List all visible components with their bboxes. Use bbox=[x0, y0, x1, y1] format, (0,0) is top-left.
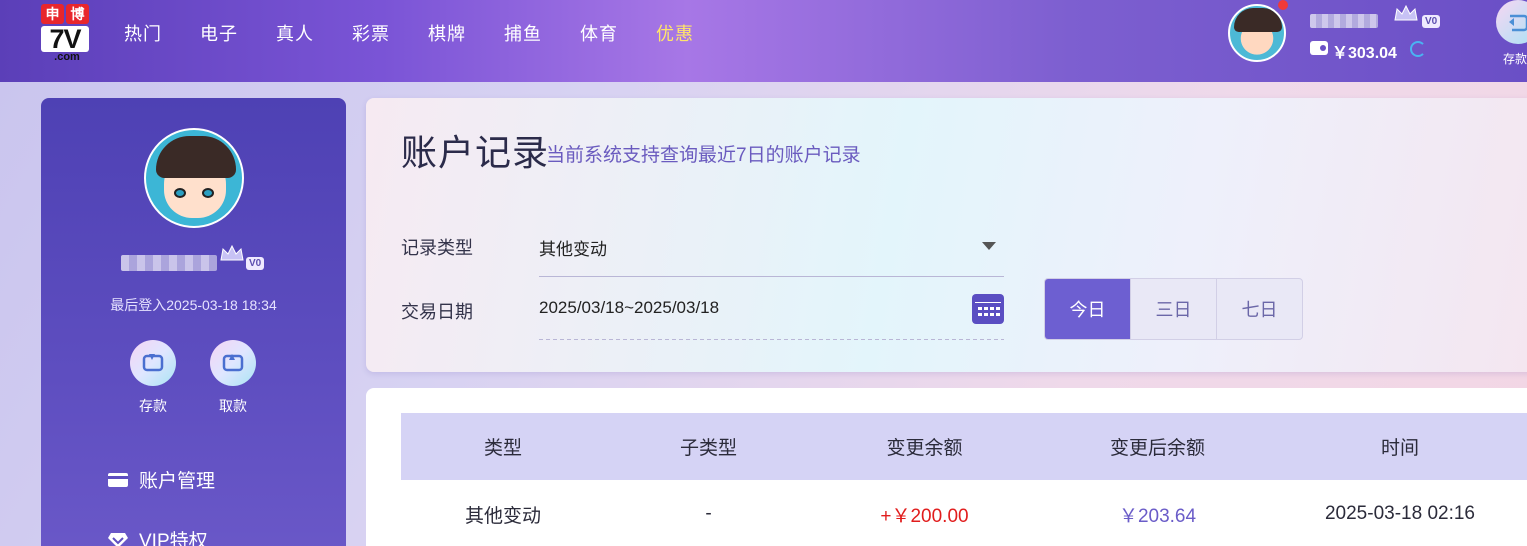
page-title: 账户记录 bbox=[401, 132, 550, 173]
column-header-type: 类型 bbox=[483, 438, 522, 459]
header-balance: ￥303.04 bbox=[1332, 45, 1397, 62]
account-record-filter-panel: 账户记录 当前系统支持查询最近7日的账户记录 记录类型 其他变动 交易日期 20… bbox=[366, 98, 1527, 372]
sidebar-item-account-management[interactable]: 账户管理 bbox=[107, 466, 337, 493]
sidebar-item-label: 账户管理 bbox=[139, 471, 216, 492]
profile-username-masked bbox=[121, 255, 217, 271]
nav-item-fishing[interactable]: 捕鱼 bbox=[504, 20, 542, 46]
sidebar-withdraw-label: 取款 bbox=[219, 398, 247, 414]
nav-item-sports[interactable]: 体育 bbox=[580, 20, 618, 46]
notification-dot bbox=[1278, 0, 1288, 10]
header-vip-badge: V0 bbox=[1422, 15, 1441, 28]
crown-icon bbox=[219, 244, 245, 262]
profile-avatar[interactable] bbox=[144, 128, 244, 228]
top-navbar: 申 博 7V .com 热门 电子 真人 彩票 棋牌 捕鱼 体育 优惠 V0 ￥… bbox=[0, 0, 1527, 82]
column-header-time: 时间 bbox=[1380, 438, 1419, 459]
diamond-icon bbox=[108, 532, 128, 546]
record-type-underline bbox=[539, 276, 1004, 277]
trade-date-label: 交易日期 bbox=[401, 302, 473, 322]
main-nav: 热门 电子 真人 彩票 棋牌 捕鱼 体育 优惠 bbox=[124, 20, 694, 46]
table-header: 类型 子类型 变更余额 变更后余额 时间 bbox=[401, 413, 1527, 480]
table-row: 其他变动 - +￥200.00 ￥203.64 2025-03-18 02:16 bbox=[401, 480, 1527, 546]
sidebar-deposit-button[interactable]: 存款 bbox=[130, 340, 176, 416]
logo-mark: 7V bbox=[41, 26, 89, 53]
column-header-change: 变更余额 bbox=[886, 438, 963, 459]
deposit-icon bbox=[142, 354, 164, 372]
cell-time: 2025-03-18 02:16 bbox=[1324, 503, 1475, 524]
crown-icon bbox=[1393, 4, 1419, 22]
logo-char-2: 博 bbox=[66, 4, 89, 24]
wallet-icon bbox=[1310, 41, 1328, 55]
date-range-selector: 今日 三日 七日 bbox=[1044, 278, 1303, 340]
sidebar-withdraw-button[interactable]: 取款 bbox=[210, 340, 256, 416]
cell-change: +￥200.00 bbox=[880, 505, 969, 527]
profile-vip-badge: V0 bbox=[246, 257, 265, 270]
nav-item-lottery[interactable]: 彩票 bbox=[352, 20, 390, 46]
last-login-text: 最后登入2025-03-18 18:34 bbox=[110, 297, 277, 313]
record-type-label: 记录类型 bbox=[401, 238, 473, 258]
header-username-masked bbox=[1310, 14, 1378, 28]
page-subtitle: 当前系统支持查询最近7日的账户记录 bbox=[546, 145, 861, 166]
column-header-subtype: 子类型 bbox=[679, 438, 737, 459]
refresh-balance-icon[interactable] bbox=[1410, 41, 1426, 57]
range-today-button[interactable]: 今日 bbox=[1045, 279, 1130, 339]
record-type-select[interactable]: 其他变动 bbox=[539, 235, 607, 260]
sidebar-deposit-label: 存款 bbox=[139, 398, 167, 414]
column-header-balance-after: 变更后余额 bbox=[1109, 438, 1205, 459]
records-table-panel: 类型 子类型 变更余额 变更后余额 时间 其他变动 - +￥200.00 ￥20… bbox=[366, 388, 1527, 546]
sidebar-item-vip[interactable]: VIP特权 bbox=[107, 526, 337, 546]
nav-item-cards[interactable]: 棋牌 bbox=[428, 20, 466, 46]
nav-item-slots[interactable]: 电子 bbox=[200, 20, 238, 46]
chevron-down-icon[interactable] bbox=[982, 242, 996, 250]
trade-date-underline bbox=[539, 339, 1004, 340]
range-three-days-button[interactable]: 三日 bbox=[1130, 279, 1216, 339]
nav-item-promotions[interactable]: 优惠 bbox=[656, 20, 694, 46]
cell-balance-after: ￥203.64 bbox=[1118, 505, 1197, 527]
deposit-icon bbox=[1509, 14, 1527, 32]
nav-item-hot[interactable]: 热门 bbox=[124, 20, 162, 46]
range-seven-days-button[interactable]: 七日 bbox=[1216, 279, 1302, 339]
card-icon bbox=[108, 472, 128, 487]
header-avatar[interactable] bbox=[1228, 4, 1286, 62]
header-deposit-button[interactable] bbox=[1496, 0, 1527, 44]
sidebar-item-label: VIP特权 bbox=[139, 531, 208, 546]
trade-date-input[interactable]: 2025/03/18~2025/03/18 bbox=[539, 298, 719, 318]
cell-subtype: - bbox=[705, 503, 712, 524]
withdraw-icon bbox=[222, 354, 244, 372]
cell-type: 其他变动 bbox=[464, 505, 541, 527]
brand-logo[interactable]: 申 博 7V .com bbox=[41, 4, 93, 63]
nav-item-live[interactable]: 真人 bbox=[276, 20, 314, 46]
logo-char-1: 申 bbox=[41, 4, 64, 24]
header-deposit-label: 存款 bbox=[1503, 52, 1527, 66]
calendar-icon[interactable] bbox=[972, 294, 1004, 324]
sidebar: V0 最后登入2025-03-18 18:34 存款 取款 账户管理 VIP特权 bbox=[41, 98, 346, 546]
